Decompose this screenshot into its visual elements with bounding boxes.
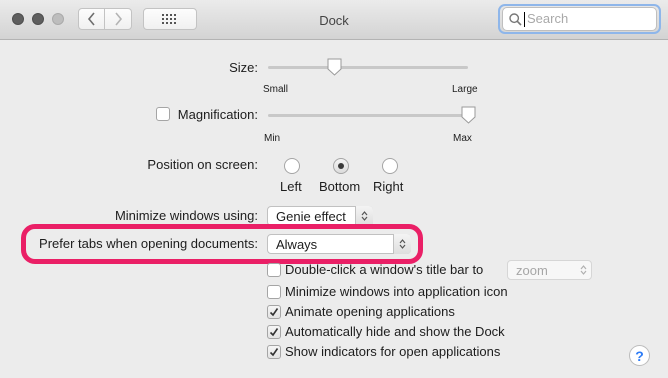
- search-icon: [509, 13, 522, 26]
- magnification-max-label: Max: [453, 133, 472, 144]
- checkmark-icon: [269, 328, 279, 337]
- size-label: Size:: [229, 60, 258, 75]
- animate-opening-apps-label: Animate opening applications: [285, 304, 455, 319]
- position-right-radio[interactable]: [382, 158, 398, 174]
- checkmark-icon: [269, 348, 279, 357]
- title-bar: Dock Search: [0, 0, 668, 40]
- position-bottom-label: Bottom: [319, 179, 361, 194]
- checkmark-icon: [269, 308, 279, 317]
- annotation-highlight: [21, 224, 423, 264]
- animate-opening-apps-checkbox[interactable]: [267, 305, 281, 319]
- position-right-label: Right: [373, 179, 404, 194]
- double-click-action-popup[interactable]: zoom: [507, 260, 592, 280]
- size-slider-knob[interactable]: [327, 58, 342, 76]
- magnification-slider-track[interactable]: [268, 114, 468, 117]
- double-click-title-bar-checkbox[interactable]: [267, 263, 281, 277]
- magnification-slider-knob[interactable]: [461, 106, 476, 124]
- position-left-radio[interactable]: [284, 158, 300, 174]
- position-bottom-radio[interactable]: [333, 158, 349, 174]
- text-caret: [524, 12, 525, 27]
- help-icon: ?: [635, 347, 644, 364]
- magnification-checkbox[interactable]: [156, 107, 170, 121]
- search-placeholder: Search: [527, 11, 569, 26]
- up-down-arrows-icon: [361, 211, 368, 221]
- show-indicators-label: Show indicators for open applications: [285, 344, 501, 359]
- minimize-effect-value: Genie effect: [276, 209, 346, 224]
- position-left-label: Left: [280, 179, 302, 194]
- auto-hide-dock-checkbox[interactable]: [267, 325, 281, 339]
- double-click-action-stepper: [575, 260, 592, 280]
- size-slider-track[interactable]: [268, 66, 468, 69]
- position-label: Position on screen:: [147, 157, 258, 172]
- magnification-label: Magnification:: [177, 107, 258, 122]
- minimize-effect-popup[interactable]: Genie effect: [267, 206, 373, 226]
- magnification-min-label: Min: [264, 133, 281, 144]
- show-indicators-checkbox[interactable]: [267, 345, 281, 359]
- size-max-label: Large: [452, 84, 478, 95]
- double-click-action-value: zoom: [516, 263, 548, 278]
- double-click-title-bar-label: Double-click a window's title bar to: [285, 262, 484, 277]
- up-down-arrows-icon: [580, 265, 587, 275]
- minimize-into-app-icon-checkbox[interactable]: [267, 285, 281, 299]
- help-button[interactable]: ?: [629, 345, 650, 366]
- minimize-into-app-icon-label: Minimize windows into application icon: [285, 284, 508, 299]
- minimize-label: Minimize windows using:: [114, 208, 258, 223]
- minimize-effect-stepper: [355, 206, 373, 226]
- search-input[interactable]: Search: [502, 7, 657, 31]
- size-min-label: Small: [263, 84, 289, 95]
- auto-hide-dock-label: Automatically hide and show the Dock: [285, 324, 505, 339]
